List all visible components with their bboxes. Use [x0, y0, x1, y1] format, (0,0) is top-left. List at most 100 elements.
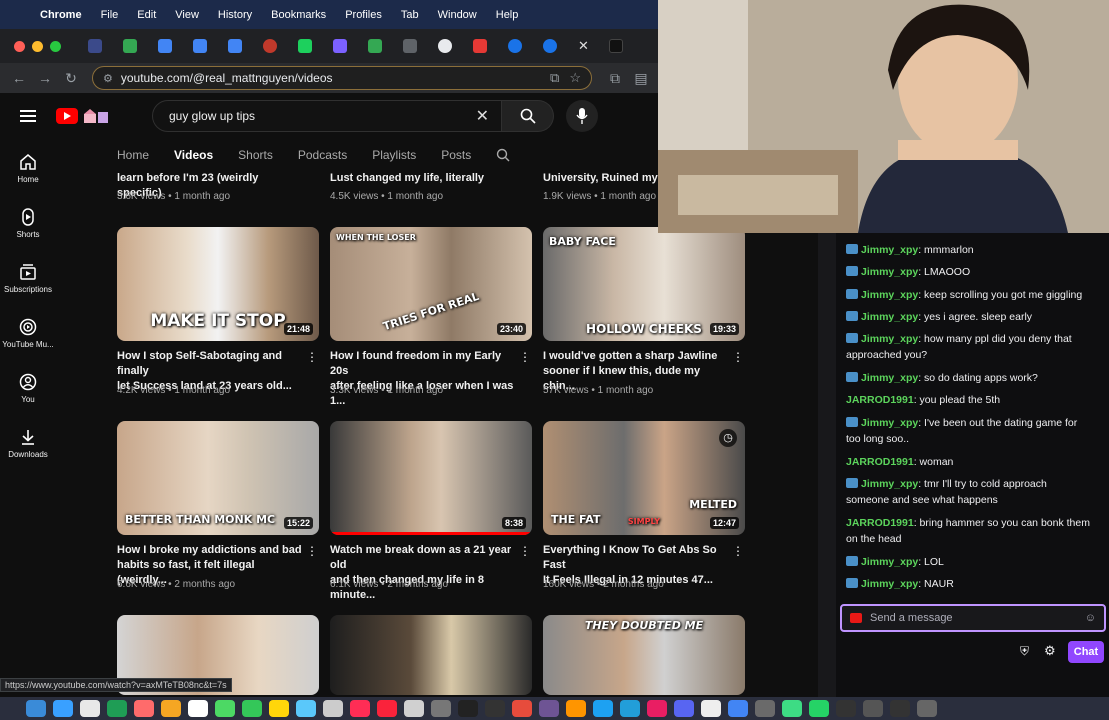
close-tab-icon[interactable]: ✕ [578, 38, 589, 54]
tab-favicon-icon[interactable] [508, 39, 522, 53]
chat-username[interactable]: Jimmy_xpy [861, 266, 918, 278]
video-thumbnail[interactable] [330, 615, 532, 695]
address-bar[interactable]: ⚙ youtube.com/@real_mattnguyen/videos ⧉ … [92, 66, 592, 90]
tab-favicon-icon[interactable] [228, 39, 242, 53]
dock-app-icon[interactable] [485, 700, 505, 717]
chat-input[interactable]: Send a message ☺ [840, 604, 1106, 632]
tab-favicon-icon[interactable] [403, 39, 417, 53]
emote-picker-icon[interactable]: ☺ [1085, 612, 1096, 624]
dock-app-icon[interactable] [458, 700, 478, 717]
dock-app-icon[interactable] [350, 700, 370, 717]
chat-username[interactable]: Jimmy_xpy [861, 244, 918, 256]
tab-favicon-icon[interactable] [473, 39, 487, 53]
tab-home[interactable]: Home [117, 148, 149, 162]
bookmark-star-icon[interactable]: ☆ [569, 70, 581, 86]
tab-favicon-icon[interactable] [368, 39, 382, 53]
tab-videos[interactable]: Videos [174, 148, 213, 162]
chat-username[interactable]: Jimmy_xpy [861, 372, 918, 384]
chat-username[interactable]: JARROD1991 [846, 456, 914, 468]
menu-edit[interactable]: Edit [137, 9, 156, 21]
search-button[interactable] [502, 100, 554, 132]
tab-playlists[interactable]: Playlists [372, 148, 416, 162]
video-thumbnail[interactable]: BABY FACE HOLLOW CHEEKS 19:33 [543, 227, 745, 341]
chat-username[interactable]: Jimmy_xpy [861, 478, 918, 490]
dock-app-icon[interactable] [809, 700, 829, 717]
dock-app-icon[interactable] [431, 700, 451, 717]
chat-username[interactable]: Jimmy_xpy [861, 333, 918, 345]
guide-item-subscriptions[interactable]: Subscriptions [0, 263, 56, 294]
menu-profiles[interactable]: Profiles [345, 9, 382, 21]
tab-shorts[interactable]: Shorts [238, 148, 273, 162]
close-window-icon[interactable] [14, 40, 25, 52]
dock-app-icon[interactable] [377, 700, 397, 717]
more-actions-icon[interactable]: ⋮ [519, 544, 531, 558]
video-title[interactable]: How I found freedom in my Early 20s after… [330, 349, 515, 409]
tab-favicon-icon[interactable] [263, 39, 277, 53]
channel-search-icon[interactable] [496, 148, 510, 162]
tab-favicon-icon[interactable] [438, 39, 452, 53]
dock-app-icon[interactable] [647, 700, 667, 717]
chat-username[interactable]: JARROD1991 [846, 517, 914, 529]
dock-app-icon[interactable] [728, 700, 748, 717]
dock-app-icon[interactable] [539, 700, 559, 717]
mod-shield-icon[interactable]: ⛨ [1020, 644, 1029, 659]
tab-favicon-icon[interactable] [88, 39, 102, 53]
dock-app-icon[interactable] [215, 700, 235, 717]
tab-favicon-icon[interactable] [123, 39, 137, 53]
more-actions-icon[interactable]: ⋮ [732, 350, 744, 364]
dock-app-icon[interactable] [755, 700, 775, 717]
guide-item-you[interactable]: You [0, 373, 56, 404]
menu-window[interactable]: Window [438, 9, 477, 21]
dock-app-icon[interactable] [674, 700, 694, 717]
chat-username[interactable]: Jimmy_xpy [861, 311, 918, 323]
forward-icon[interactable]: → [32, 70, 58, 86]
dock-app-icon[interactable] [296, 700, 316, 717]
dock-app-icon[interactable] [134, 700, 154, 717]
tab-favicon-icon[interactable] [193, 39, 207, 53]
menu-view[interactable]: View [175, 9, 199, 21]
menu-icon[interactable] [20, 107, 36, 125]
dock-app-icon[interactable] [107, 700, 127, 717]
dock-app-icon[interactable] [188, 700, 208, 717]
dock-app-icon[interactable] [701, 700, 721, 717]
video-title[interactable]: University, Ruined my bo [543, 171, 658, 186]
chat-username[interactable]: Jimmy_xpy [861, 556, 918, 568]
guide-item-downloads[interactable]: Downloads [0, 428, 56, 459]
dock-app-icon[interactable] [404, 700, 424, 717]
more-actions-icon[interactable]: ⋮ [732, 544, 744, 558]
dock-app-icon[interactable] [917, 700, 937, 717]
chat-username[interactable]: Jimmy_xpy [861, 289, 918, 301]
dock-app-icon[interactable] [323, 700, 343, 717]
menu-tab[interactable]: Tab [401, 9, 419, 21]
voice-search-button[interactable] [566, 100, 598, 132]
extensions-icon[interactable]: ⧉ [602, 70, 628, 87]
dock-app-icon[interactable] [53, 700, 73, 717]
sidebar-icon[interactable]: ▤ [628, 70, 654, 87]
back-icon[interactable]: ← [6, 70, 32, 86]
dock-app-icon[interactable] [80, 700, 100, 717]
video-thumbnail[interactable]: MAKE IT STOP 21:48 [117, 227, 319, 341]
site-settings-icon[interactable]: ⚙ [103, 72, 113, 85]
menu-help[interactable]: Help [496, 9, 519, 21]
video-thumbnail[interactable]: 8:38 [330, 421, 532, 535]
chat-username[interactable]: Jimmy_xpy [861, 417, 918, 429]
tab-favicon-icon[interactable] [608, 39, 623, 53]
clear-search-icon[interactable]: ✕ [476, 106, 489, 126]
reload-icon[interactable]: ↻ [58, 70, 84, 87]
dock-app-icon[interactable] [620, 700, 640, 717]
video-thumbnail[interactable]: WHEN THE LOSER TRIES FOR REAL 23:40 [330, 227, 532, 341]
dock-app-icon[interactable] [782, 700, 802, 717]
dock-app-icon[interactable] [863, 700, 883, 717]
tab-favicon-icon[interactable] [333, 39, 347, 53]
tab-podcasts[interactable]: Podcasts [298, 148, 347, 162]
guide-item-shorts[interactable]: Shorts [0, 208, 56, 239]
watch-later-icon[interactable]: ◷ [719, 429, 737, 447]
search-input[interactable]: guy glow up tips [169, 109, 476, 123]
menu-history[interactable]: History [218, 9, 252, 21]
guide-item-youtube-music[interactable]: YouTube Mu... [0, 318, 56, 349]
chat-username[interactable]: JARROD1991 [846, 394, 914, 406]
zoom-window-icon[interactable] [50, 40, 61, 52]
tab-favicon-icon[interactable] [158, 39, 172, 53]
chat-settings-gear-icon[interactable]: ⚙ [1044, 643, 1056, 659]
dock-app-icon[interactable] [26, 700, 46, 717]
